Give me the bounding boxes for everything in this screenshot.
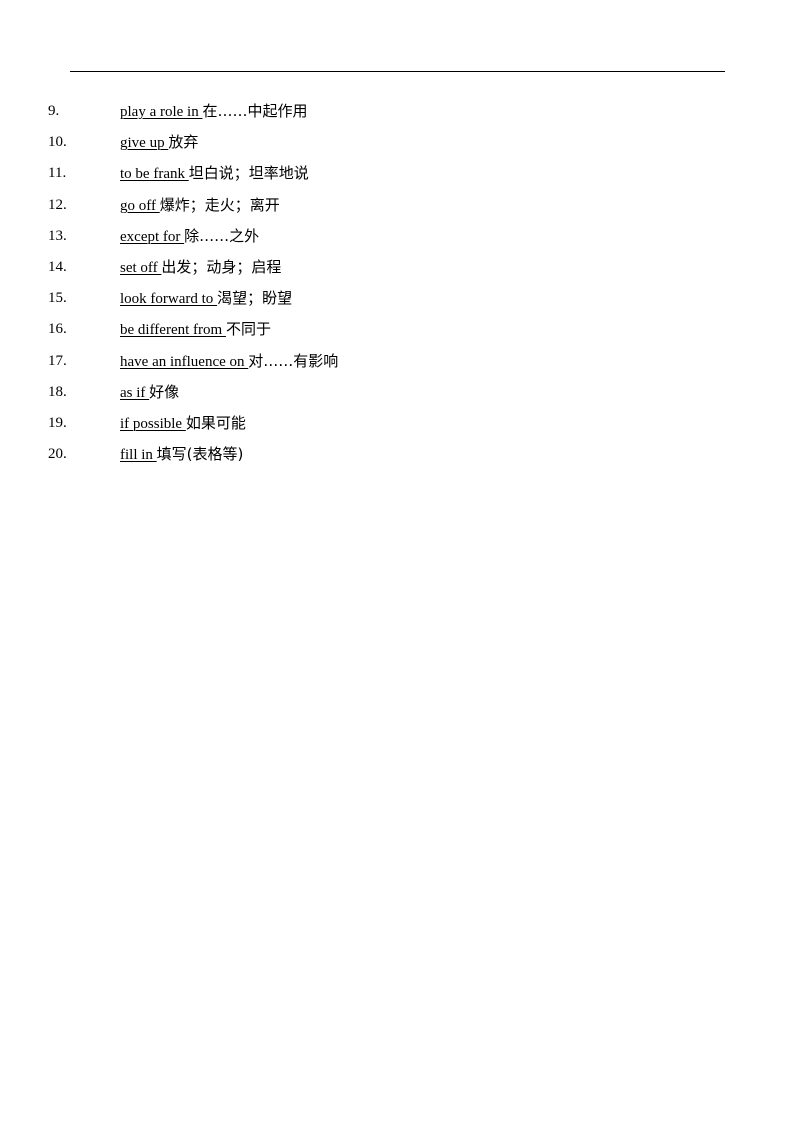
english-phrase: as if: [120, 385, 150, 401]
list-item: 10. give up 放弃: [0, 131, 794, 153]
english-phrase: to be frank: [120, 166, 189, 182]
list-item: 15. look forward to 渴望；盼望: [0, 287, 794, 309]
chinese-meaning: 对……有影响: [248, 352, 339, 370]
chinese-meaning: 填写(表格等): [156, 445, 244, 463]
item-number: 11.: [48, 165, 67, 181]
item-number: 14.: [48, 259, 67, 275]
item-number: 13.: [48, 228, 67, 244]
chinese-meaning: 渴望；盼望: [217, 289, 293, 307]
chinese-meaning: 出发；动身；启程: [161, 258, 282, 276]
item-number: 12.: [48, 197, 67, 213]
chinese-meaning: 好像: [149, 383, 180, 401]
english-phrase: play a role in: [120, 104, 203, 120]
chinese-meaning: 如果可能: [185, 414, 246, 432]
item-number: 10.: [48, 134, 67, 150]
header-rule: [70, 71, 725, 72]
chinese-meaning: 在……中起作用: [202, 102, 308, 120]
chinese-meaning: 坦白说；坦率地说: [188, 164, 309, 182]
english-phrase: if possible: [120, 416, 186, 432]
item-number: 16.: [48, 321, 67, 337]
english-phrase: be different from: [120, 322, 226, 338]
list-item: 9. play a role in 在……中起作用: [0, 100, 794, 122]
list-item: 14. set off 出发；动身；启程: [0, 256, 794, 278]
list-item: 19. if possible 如果可能: [0, 412, 794, 434]
english-phrase: look forward to: [120, 291, 218, 307]
list-item: 17. have an influence on 对……有影响: [0, 350, 794, 372]
item-number: 19.: [48, 415, 67, 431]
item-number: 20.: [48, 446, 67, 462]
chinese-meaning: 除……之外: [184, 227, 260, 245]
chinese-meaning: 爆炸；走火；离开: [159, 196, 280, 214]
list-item: 12. go off 爆炸；走火；离开: [0, 194, 794, 216]
item-number: 17.: [48, 353, 67, 369]
list-item: 11. to be frank 坦白说；坦率地说: [0, 162, 794, 184]
english-phrase: have an influence on: [120, 354, 249, 370]
english-phrase: go off: [120, 198, 160, 214]
item-number: 15.: [48, 290, 67, 306]
english-phrase: except for: [120, 229, 185, 245]
english-phrase: give up: [120, 135, 169, 151]
list-item: 18. as if 好像: [0, 381, 794, 403]
english-phrase: set off: [120, 260, 162, 276]
chinese-meaning: 不同于: [225, 320, 271, 338]
list-item: 20. fill in 填写(表格等): [0, 443, 794, 465]
english-phrase: fill in: [120, 447, 157, 463]
list-item: 13. except for 除……之外: [0, 225, 794, 247]
chinese-meaning: 放弃: [168, 133, 199, 151]
item-number: 9.: [48, 103, 60, 119]
item-number: 18.: [48, 384, 67, 400]
list-item: 16. be different from 不同于: [0, 318, 794, 340]
